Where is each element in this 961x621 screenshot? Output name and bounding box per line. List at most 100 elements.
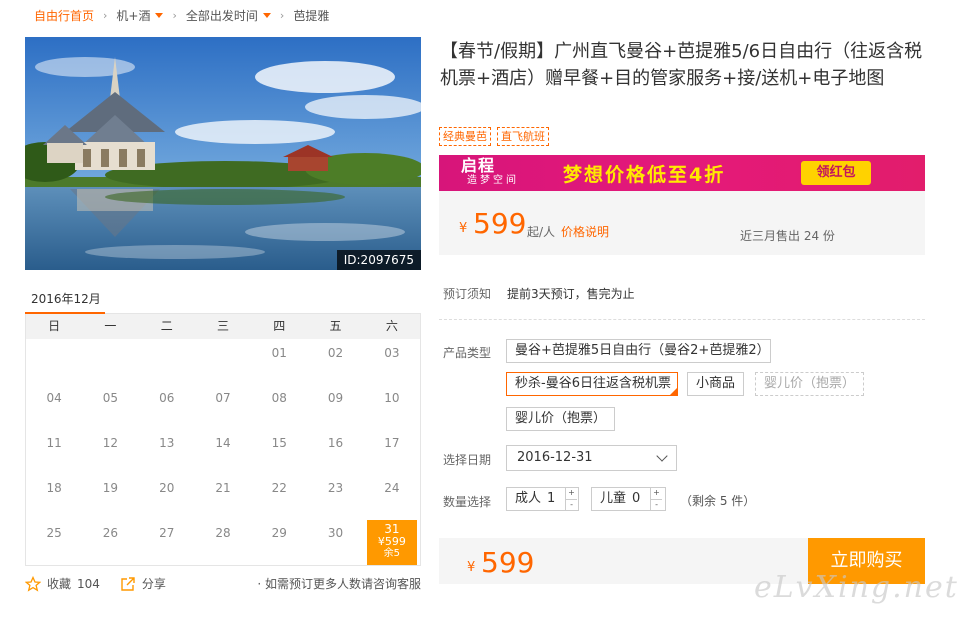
calendar-day: 11 [46,436,62,450]
star-icon [25,575,41,592]
breadcrumb-item-destination: 芭提雅 [293,8,330,23]
calendar-day-number: 31 [384,522,400,536]
weekday-label: 四 [273,319,286,333]
calendar-day-remaining: 余5 [383,548,401,559]
calendar-day: 27 [159,526,175,540]
calendar-day: 23 [327,481,344,495]
consult-note: · 如需预订更多人数请咨询客服 [257,577,421,591]
price-box: ¥ 599 起/人 价格说明 近三月售出 24 份 [439,191,925,255]
calendar-empty-cell [26,339,82,384]
calendar-empty-cell [139,339,195,384]
share-button[interactable]: 分享 [120,575,166,592]
divider [439,319,925,320]
calendar-day: 26 [102,526,119,540]
chevron-right-icon: › [103,8,108,22]
consult-note-text: 如需预订更多人数请咨询客服 [264,577,421,591]
get-coupon-button[interactable]: 领红包 [801,161,871,185]
chevron-right-icon: › [279,8,285,22]
calendar-empty-cell [195,339,251,384]
calendar: 日 一 二 三 四 五 六 01 02 03 04 05 06 07 08 09… [25,314,421,566]
price-currency: ¥ [459,221,468,236]
product-type-option-selected[interactable]: 秒杀-曼谷6日往返含税机票 [506,372,678,396]
increment-icon[interactable]: + [651,488,663,500]
decrement-icon[interactable]: - [566,500,577,511]
chevron-down-icon [656,450,668,462]
calendar-day: 01 [271,346,287,360]
watermark: eLvXing.net [754,570,959,605]
adult-quantity-stepper[interactable]: 成人 1 + - [506,487,579,511]
calendar-month-tab[interactable]: 2016年12月 [25,286,105,314]
calendar-day: 16 [327,436,344,450]
date-label: 选择日期 [443,453,492,467]
favorite-button[interactable]: 收藏 104 [25,575,100,592]
calendar-day: 25 [46,526,62,540]
calendar-day: 12 [102,436,119,450]
total-amount: 599 [481,546,535,579]
adult-value[interactable]: 1 [547,488,565,510]
tag-direct-flight: 直飞航班 [497,127,549,146]
breadcrumb-item-label: 机+酒 [116,8,151,23]
breadcrumb-item-flight-hotel[interactable]: 机+酒 [116,7,164,24]
calendar-weekday-header: 日 一 二 三 四 五 六 [26,314,420,339]
calendar-day: 08 [271,391,287,405]
breadcrumb-home-link[interactable]: 自由行首页 [34,7,94,24]
caret-down-icon [262,12,271,18]
child-spinner[interactable]: + - [650,488,663,511]
calendar-day-selected[interactable]: 31 ¥599 余5 [366,520,417,565]
decrement-icon[interactable]: - [651,500,662,511]
booking-notice-text: 提前3天预订，售完为止 [507,287,635,301]
price-explanation-link[interactable]: 价格说明 [561,223,609,240]
calendar-day: 03 [384,346,400,360]
calendar-day: 22 [271,481,287,495]
caret-down-icon [155,12,164,18]
product-type-option[interactable]: 曼谷+芭提雅5日自由行（曼谷2+芭提雅2） [506,339,771,363]
promo-banner[interactable]: 启程 造梦空间 梦想价格低至4折 领红包 [439,155,925,191]
calendar-day: 28 [215,526,231,540]
weekday-label: 三 [216,319,229,333]
increment-icon[interactable]: + [566,488,578,500]
calendar-grid: 01 02 03 04 05 06 07 08 09 10 11 12 13 1… [26,339,420,565]
date-select-value: 2016-12-31 [517,450,593,465]
calendar-day: 06 [159,391,175,405]
remaining-stock: （剩余 5 件） [680,494,756,508]
product-type-label: 产品类型 [443,346,492,360]
child-quantity-stepper[interactable]: 儿童 0 + - [591,487,666,511]
calendar-day: 14 [215,436,231,450]
adult-label: 成人 [515,491,542,506]
chevron-right-icon: › [172,8,177,22]
booking-notice: 预订须知 提前3天预订，售完为止 [443,285,635,302]
booking-notice-label: 预订须知 [443,287,492,301]
product-id-label: ID:2097675 [336,250,421,270]
share-icon [121,576,135,591]
calendar-day: 21 [215,481,231,495]
calendar-day: 17 [384,436,400,450]
quantity-label: 数量选择 [443,495,492,509]
calendar-day: 18 [46,481,62,495]
price-unit: 起/人 [527,225,556,239]
breadcrumb-item-departure-time[interactable]: 全部出发时间 [186,7,271,24]
date-select[interactable]: 2016-12-31 [506,445,677,471]
weekday-label: 日 [48,319,61,333]
calendar-day: 13 [159,436,175,450]
calendar-day: 04 [46,391,62,405]
calendar-day: 02 [327,346,344,360]
price-amount: 599 [473,207,527,240]
calendar-day: 07 [215,391,231,405]
product-type-option-disabled: 婴儿价（抱票） [755,372,865,396]
product-image: ID:2097675 [25,37,421,270]
product-type-option[interactable]: 婴儿价（抱票） [506,407,616,431]
breadcrumb-item-label: 全部出发时间 [185,8,258,23]
banner-slogan: 梦想价格低至4折 [563,164,726,186]
child-value[interactable]: 0 [632,488,650,510]
calendar-day: 29 [271,526,287,540]
adult-spinner[interactable]: + - [565,488,578,511]
breadcrumb: 自由行首页 › 机+酒 › 全部出发时间 › 芭提雅 [34,5,329,25]
weekday-label: 六 [385,319,398,333]
product-tags: 经典曼芭 直飞航班 [439,127,555,146]
calendar-day: 05 [102,391,119,405]
calendar-day: 19 [102,481,119,495]
weekday-label: 二 [160,319,173,333]
weekday-label: 五 [329,319,342,333]
banner-logo-sub: 造梦空间 [467,175,519,186]
product-type-option[interactable]: 小商品 [687,372,745,396]
